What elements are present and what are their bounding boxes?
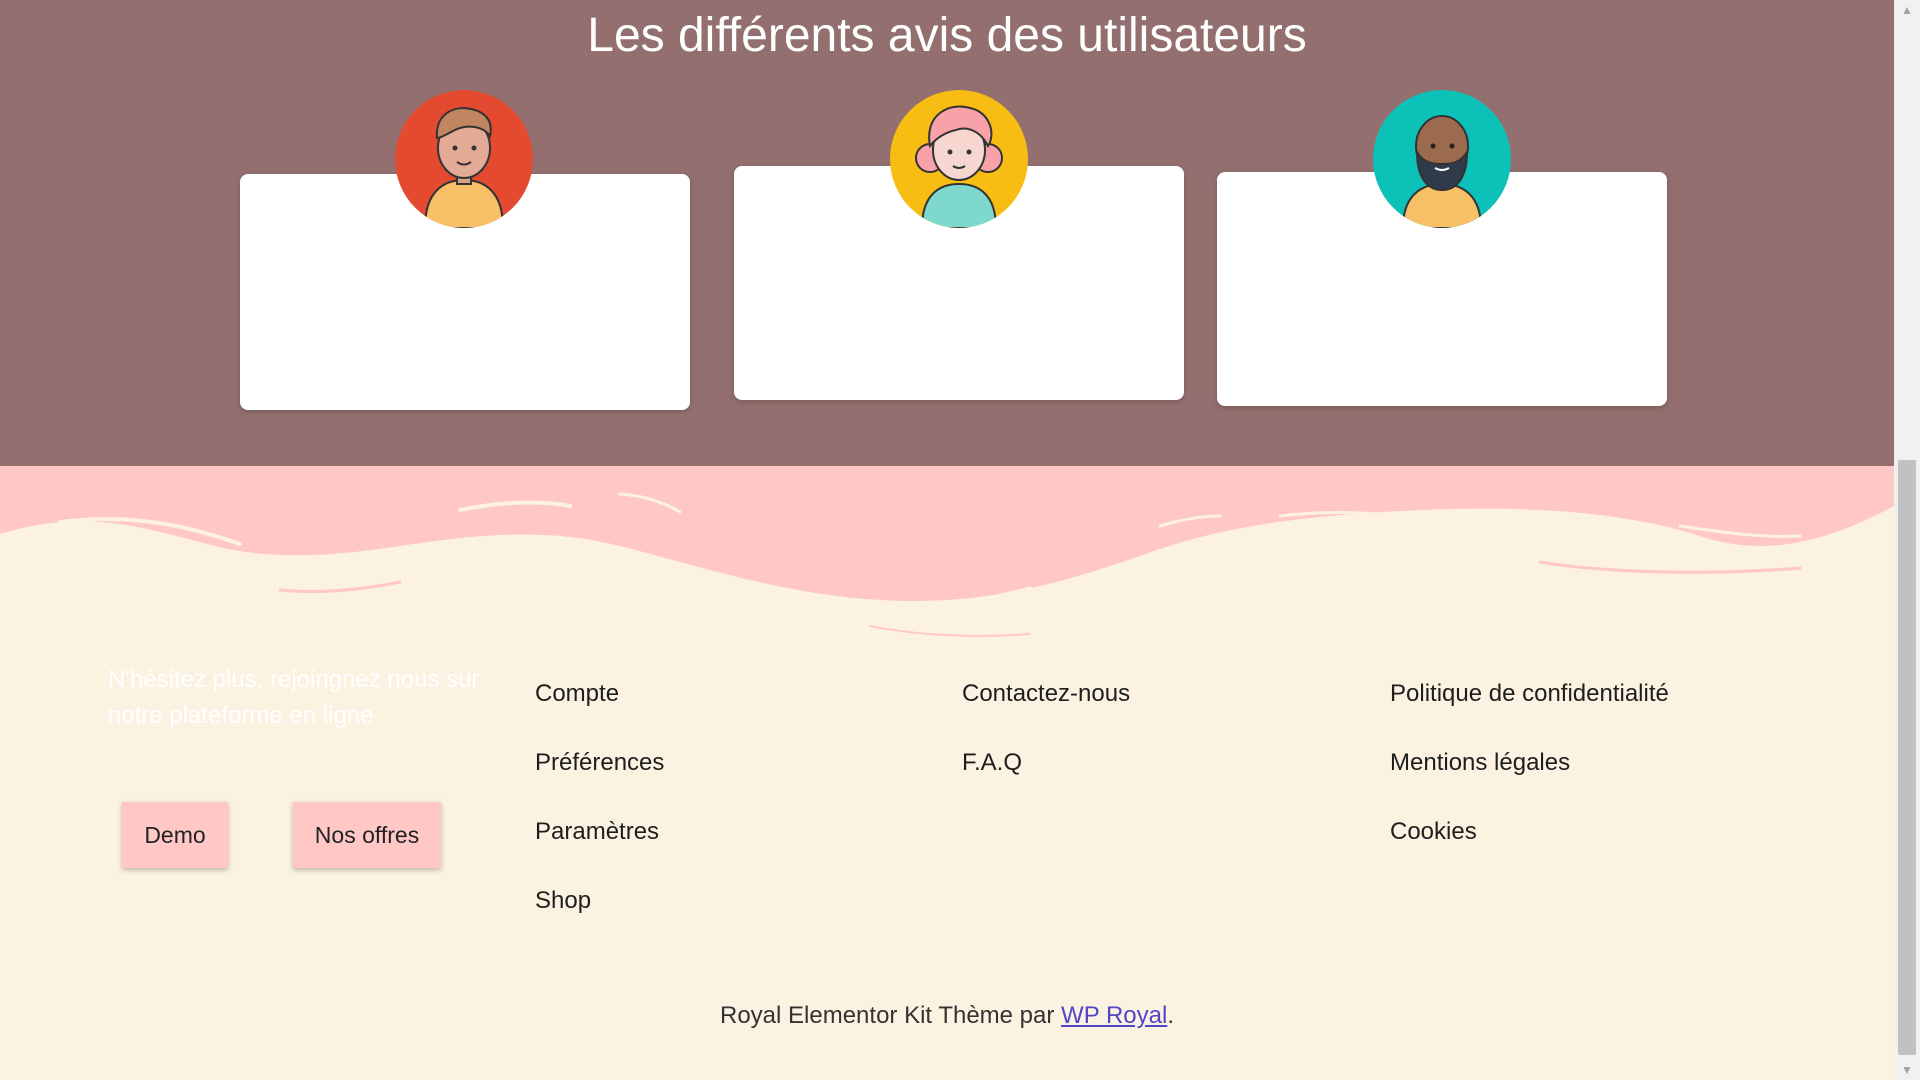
footer-credit: Royal Elementor Kit Thème par WP Royal. bbox=[0, 1002, 1894, 1030]
link-privacy[interactable]: Politique de confidentialité bbox=[1390, 680, 1669, 707]
link-contact[interactable]: Contactez-nous bbox=[962, 680, 1130, 707]
link-faq[interactable]: F.A.Q bbox=[962, 749, 1022, 776]
page: Les différents avis des utilisateurs N'h… bbox=[0, 0, 1894, 1080]
link-preferences[interactable]: Préférences bbox=[535, 749, 664, 776]
vertical-scrollbar[interactable]: ▲ ▼ bbox=[1894, 0, 1920, 1080]
link-cookies[interactable]: Cookies bbox=[1390, 818, 1477, 845]
footer-cta-text: N'hésitez plus, rejoingnez nous sur notr… bbox=[108, 666, 480, 729]
footer-links-support: Contactez-nous F.A.Q bbox=[962, 680, 1130, 818]
scroll-up-arrow-icon[interactable]: ▲ bbox=[1894, 0, 1920, 20]
woman-pink-hair-avatar-icon bbox=[890, 90, 1028, 228]
scrollbar-thumb[interactable] bbox=[1898, 460, 1916, 1055]
testimonials-section: Les différents avis des utilisateurs bbox=[0, 0, 1894, 466]
testimonial-card-3 bbox=[1217, 90, 1667, 470]
wp-royal-link[interactable]: WP Royal bbox=[1061, 1002, 1167, 1029]
bearded-man-avatar-icon bbox=[1373, 90, 1511, 228]
decorative-wave bbox=[0, 466, 1894, 656]
offers-button[interactable]: Nos offres bbox=[293, 802, 441, 868]
demo-button[interactable]: Demo bbox=[122, 802, 228, 868]
credit-prefix: Royal Elementor Kit Thème par bbox=[720, 1002, 1062, 1029]
link-compte[interactable]: Compte bbox=[535, 680, 619, 707]
link-legal-notice[interactable]: Mentions légales bbox=[1390, 749, 1570, 776]
footer-links-legal: Politique de confidentialité Mentions lé… bbox=[1390, 680, 1669, 887]
section-title: Les différents avis des utilisateurs bbox=[587, 9, 1307, 62]
link-parametres[interactable]: Paramètres bbox=[535, 818, 659, 845]
footer-links-account: Compte Préférences Paramètres Shop bbox=[535, 680, 664, 956]
credit-suffix: . bbox=[1167, 1002, 1174, 1029]
man-glasses-avatar-icon bbox=[395, 90, 533, 228]
testimonial-card-2 bbox=[734, 90, 1184, 470]
testimonial-card-1 bbox=[240, 90, 690, 470]
link-shop[interactable]: Shop bbox=[535, 887, 591, 914]
scroll-down-arrow-icon[interactable]: ▼ bbox=[1894, 1060, 1920, 1080]
